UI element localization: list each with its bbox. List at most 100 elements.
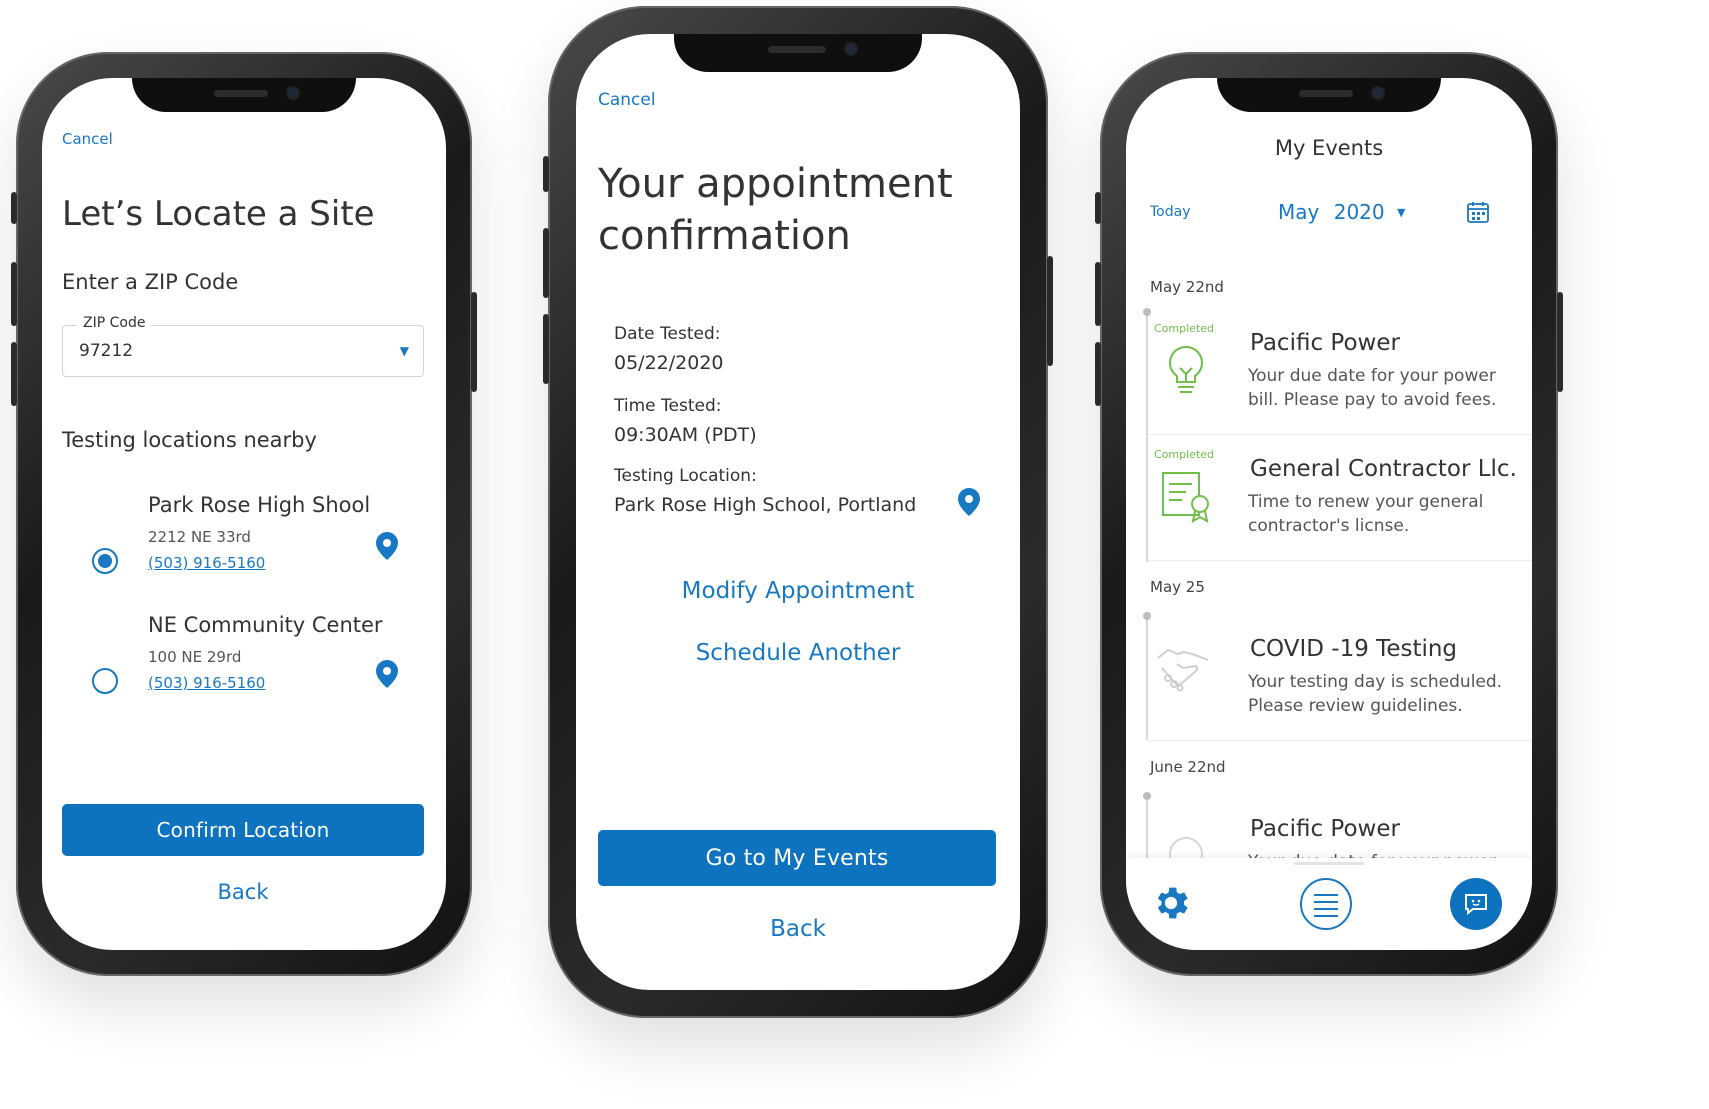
back-button[interactable]: Back (598, 916, 998, 942)
location-name: NE Community Center (148, 613, 383, 637)
page-title-line: confirmation (598, 213, 851, 259)
notch (674, 34, 922, 72)
phone-left: Cancel Let’s Locate a Site Enter a ZIP C… (11, 52, 477, 976)
cancel-link[interactable]: Cancel (62, 130, 113, 148)
speaker (768, 46, 826, 53)
go-to-my-events-button[interactable]: Go to My Events (598, 830, 996, 886)
speaker (214, 90, 268, 97)
date-group-label: June 22nd (1150, 758, 1226, 776)
phone-middle: Cancel Your appointment confirmation Dat… (543, 6, 1053, 1018)
phone-side-button (471, 292, 477, 392)
list-lines-icon (1314, 894, 1338, 917)
month-label: May (1278, 200, 1320, 224)
location-phone-link[interactable]: (503) 916-5160 (148, 674, 265, 692)
chat-button[interactable] (1450, 878, 1502, 930)
date-group-label: May 25 (1150, 578, 1205, 596)
year-label: 2020 (1333, 200, 1385, 224)
event-description: Time to renew your general (1248, 492, 1484, 512)
location-name: Park Rose High Shool (148, 493, 371, 517)
screen-appointment-confirmation: Cancel Your appointment confirmation Dat… (576, 34, 1020, 990)
today-button[interactable]: Today (1150, 204, 1191, 220)
time-tested-label: Time Tested: (614, 396, 722, 416)
phone-side-button (1557, 292, 1563, 392)
screen-my-events: My Events Today May 2020 ▼ May 22nd May … (1126, 78, 1532, 950)
phone-side-button (543, 314, 549, 384)
chevron-down-icon: ▼ (399, 344, 409, 358)
caret-down-icon: ▼ (1396, 206, 1406, 219)
timeline-dot (1143, 612, 1151, 620)
bottom-tab-bar (1126, 858, 1532, 950)
page-title-line: Your appointment (598, 161, 953, 207)
timeline (1146, 612, 1148, 740)
zip-code-value: 97212 (79, 341, 134, 361)
event-title: COVID -19 Testing (1250, 636, 1458, 662)
date-tested-value: 05/22/2020 (614, 352, 724, 374)
handshake-icon (1157, 648, 1209, 692)
event-description: Your testing day is scheduled. (1248, 672, 1503, 692)
status-badge: Completed (1154, 322, 1214, 335)
timeline-dot (1143, 308, 1151, 316)
status-badge: Completed (1154, 448, 1214, 461)
certificate-icon (1162, 472, 1209, 523)
back-button[interactable]: Back (62, 880, 424, 904)
page-title: My Events (1274, 136, 1384, 160)
location-address: 100 NE 29rd (148, 648, 242, 666)
screen-locate-site: Cancel Let’s Locate a Site Enter a ZIP C… (42, 78, 446, 950)
chat-bubble-icon (1465, 894, 1487, 915)
divider (1148, 740, 1532, 741)
calendar-icon[interactable] (1466, 200, 1490, 224)
confirm-location-button[interactable]: Confirm Location (62, 804, 424, 856)
zip-code-select[interactable]: ZIP Code 97212 ▼ (62, 315, 424, 377)
notch (132, 78, 356, 112)
modify-appointment-button[interactable]: Modify Appointment (598, 578, 998, 604)
map-pin-icon[interactable] (958, 488, 980, 516)
location-address: 2212 NE 33rd (148, 528, 251, 546)
phone-side-button (543, 228, 549, 298)
events-list-tab[interactable] (1300, 878, 1352, 930)
event-description: bill. Please pay to avoid fees. (1248, 390, 1497, 410)
time-tested-value: 09:30AM (PDT) (614, 424, 757, 446)
home-indicator (1294, 862, 1364, 865)
phone-side-button (1095, 342, 1101, 406)
event-description: Please review guidelines. (1248, 696, 1463, 716)
event-title: Pacific Power (1250, 330, 1400, 356)
month-selector[interactable]: May 2020 ▼ (1278, 200, 1405, 224)
radio-selected[interactable] (92, 548, 118, 574)
camera (1373, 88, 1383, 98)
speaker (1299, 90, 1353, 97)
notch (1217, 78, 1441, 112)
lightbulb-icon (1168, 345, 1204, 393)
event-description: contractor's licnse. (1248, 516, 1410, 536)
phone-side-button (543, 156, 549, 192)
radio-unselected[interactable] (92, 668, 118, 694)
date-group-label: May 22nd (1150, 278, 1224, 296)
location-phone-link[interactable]: (503) 916-5160 (148, 554, 265, 572)
page-title: Your appointment confirmation (598, 158, 953, 262)
nearby-heading: Testing locations nearby (62, 428, 317, 452)
zip-code-label: ZIP Code (77, 315, 152, 331)
event-title: General Contractor Llc. (1250, 456, 1517, 482)
testing-location-value: Park Rose High School, Portland (614, 494, 917, 516)
gear-icon[interactable] (1150, 882, 1192, 924)
camera (846, 44, 856, 54)
event-description: Your due date for your power (1248, 366, 1496, 386)
event-title: Pacific Power (1250, 816, 1400, 842)
map-pin-icon[interactable] (376, 532, 398, 560)
phone-side-button (11, 342, 17, 406)
phone-side-button (11, 262, 17, 326)
divider (1148, 434, 1532, 435)
phone-right: My Events Today May 2020 ▼ May 22nd May … (1095, 52, 1563, 976)
timeline-dot (1143, 792, 1151, 800)
phone-side-button (11, 192, 17, 224)
phone-side-button (1095, 262, 1101, 326)
camera (288, 88, 298, 98)
divider (1148, 560, 1532, 561)
cancel-link[interactable]: Cancel (598, 90, 656, 110)
testing-location-label: Testing Location: (614, 466, 757, 486)
phone-side-button (1095, 192, 1101, 224)
phone-side-button (1047, 256, 1053, 366)
page-title: Let’s Locate a Site (62, 194, 375, 234)
timeline (1146, 312, 1148, 562)
schedule-another-button[interactable]: Schedule Another (598, 640, 998, 666)
map-pin-icon[interactable] (376, 660, 398, 688)
